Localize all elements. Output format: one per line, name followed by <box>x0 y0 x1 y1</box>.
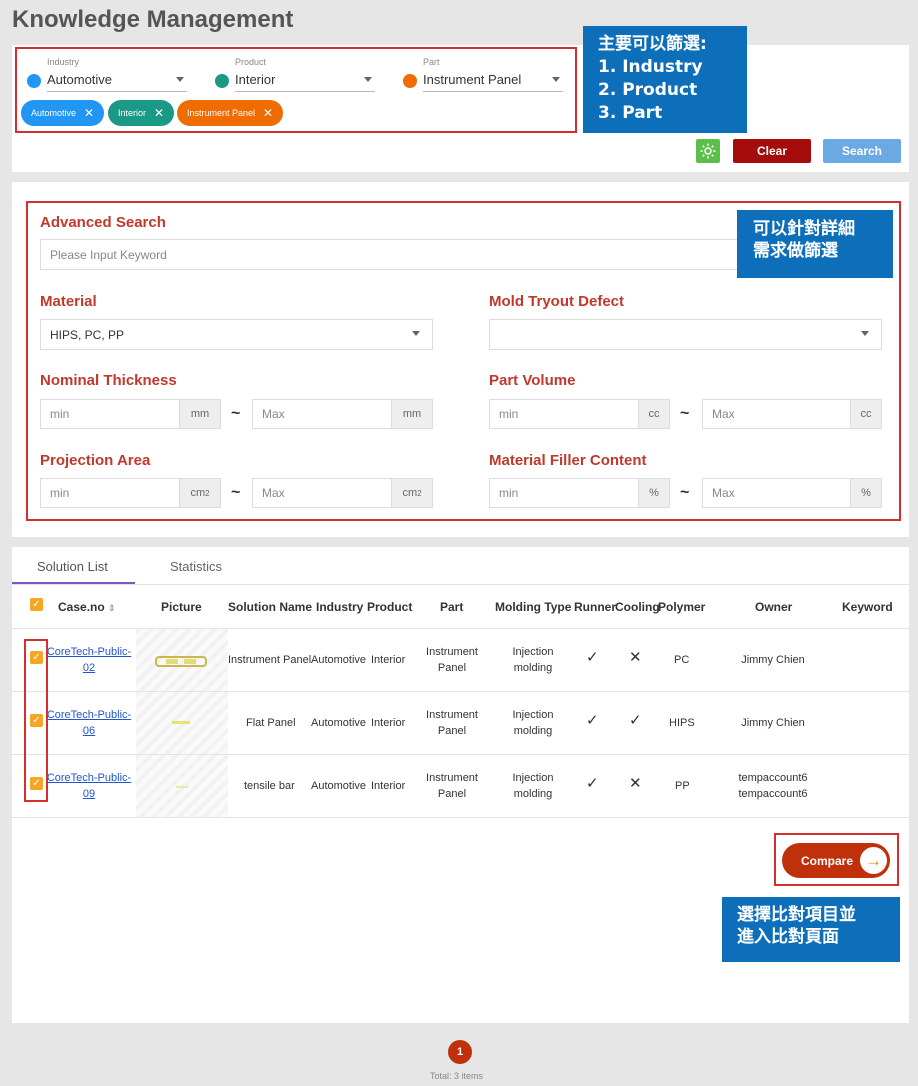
runner-check-icon: ✓ <box>586 712 599 729</box>
advanced-search-title: Advanced Search <box>40 214 166 231</box>
tab-statistics[interactable]: Statistics <box>170 559 222 574</box>
volume-max-input[interactable]: Max <box>702 399 851 429</box>
header-owner: Owner <box>755 600 793 614</box>
keyword-input[interactable]: Please Input Keyword <box>40 239 740 270</box>
header-industry: Industry <box>316 600 364 614</box>
arrow-right-icon: → <box>860 847 887 874</box>
instrument-panel-image <box>155 656 207 667</box>
case-link[interactable]: CoreTech-Public- 06 <box>46 707 132 739</box>
header-polymer: Polymer <box>658 600 706 614</box>
product-dot-icon <box>215 74 229 88</box>
part-label: Part <box>423 57 440 67</box>
case-thumbnail <box>136 692 228 754</box>
range-separator: ~ <box>231 405 241 422</box>
thickness-max-input[interactable]: Max <box>252 399 392 429</box>
chip-automotive: Automotive ✕ <box>21 100 105 126</box>
header-runner: Runner <box>574 600 616 614</box>
volume-label: Part Volume <box>489 372 576 389</box>
defect-select[interactable] <box>489 319 882 350</box>
filler-min-input[interactable]: min <box>489 478 639 508</box>
projection-min-input[interactable]: min <box>40 478 180 508</box>
case-thumbnail <box>136 755 228 817</box>
tensile-bar-image <box>176 786 188 788</box>
flat-panel-image <box>172 721 190 724</box>
volume-min-input[interactable]: min <box>489 399 639 429</box>
header-molding-type: Molding Type <box>495 600 572 614</box>
header-case-no[interactable]: Case.no ⇕ <box>58 600 116 614</box>
case-link[interactable]: CoreTech-Public- 09 <box>46 770 132 802</box>
thickness-label: Nominal Thickness <box>40 372 177 389</box>
filler-label: Material Filler Content <box>489 452 647 469</box>
compare-button[interactable]: Compare → <box>782 843 890 878</box>
product-label: Product <box>235 57 267 67</box>
select-all-checkbox[interactable]: ✓ <box>30 598 43 611</box>
chip-instrument-panel: Instrument Panel ✕ <box>177 100 284 126</box>
search-button[interactable]: Search <box>823 139 901 163</box>
filter-callout: 主要可以篩選: 1. Industry 2. Product 3. Part <box>583 26 747 133</box>
cooling-cross-icon: ✕ <box>629 775 642 792</box>
pagination-page-1[interactable]: 1 <box>448 1040 472 1064</box>
compare-callout: 選擇比對項目並 進入比對頁面 <box>722 897 900 962</box>
close-icon[interactable]: ✕ <box>263 106 273 120</box>
pagination-total: Total: 3 items <box>430 1071 484 1081</box>
volume-unit: cc <box>850 399 882 429</box>
thickness-unit: mm <box>391 399 433 429</box>
case-thumbnail <box>136 629 228 691</box>
header-cooling: Cooling <box>615 600 660 614</box>
gear-icon <box>700 143 716 159</box>
page-title: Knowledge Management <box>12 6 294 33</box>
close-icon[interactable]: ✕ <box>154 106 164 120</box>
projection-max-input[interactable]: Max <box>252 478 392 508</box>
runner-check-icon: ✓ <box>586 775 599 792</box>
projection-unit: cm 2 <box>391 478 433 508</box>
advanced-callout: 可以針對詳細 需求做篩選 <box>737 210 893 278</box>
range-separator: ~ <box>680 405 690 422</box>
cooling-check-icon: ✓ <box>629 712 642 729</box>
header-picture: Picture <box>161 600 202 614</box>
material-label: Material <box>40 293 97 310</box>
chevron-down-icon <box>412 331 420 336</box>
thickness-unit: mm <box>179 399 221 429</box>
filler-unit: % <box>638 478 670 508</box>
chip-interior: Interior ✕ <box>108 100 175 126</box>
sort-icon: ⇕ <box>108 603 116 613</box>
header-keyword: Keyword <box>842 600 893 614</box>
chevron-down-icon <box>364 77 372 82</box>
defect-label: Mold Tryout Defect <box>489 293 625 310</box>
filler-max-input[interactable]: Max <box>702 478 851 508</box>
clear-button[interactable]: Clear <box>733 139 811 163</box>
chevron-down-icon <box>176 77 184 82</box>
header-product: Product <box>367 600 413 614</box>
projection-label: Projection Area <box>40 452 151 469</box>
industry-label: Industry <box>47 57 80 67</box>
part-dot-icon <box>403 74 417 88</box>
close-icon[interactable]: ✕ <box>84 106 94 120</box>
industry-dot-icon <box>27 74 41 88</box>
checkbox-highlight-box <box>24 639 48 802</box>
range-separator: ~ <box>231 484 241 501</box>
runner-check-icon: ✓ <box>586 649 599 666</box>
header-solution-name: Solution Name <box>228 600 313 614</box>
volume-unit: cc <box>638 399 670 429</box>
projection-unit: cm 2 <box>179 478 221 508</box>
filler-unit: % <box>850 478 882 508</box>
chevron-down-icon <box>861 331 869 336</box>
range-separator: ~ <box>680 484 690 501</box>
thickness-min-input[interactable]: min <box>40 399 180 429</box>
part-value: Instrument Panel <box>423 72 522 87</box>
case-link[interactable]: CoreTech-Public- 02 <box>46 644 132 676</box>
material-select[interactable]: HIPS, PC, PP <box>40 319 433 350</box>
product-value: Interior <box>235 72 276 87</box>
cooling-cross-icon: ✕ <box>629 649 642 666</box>
settings-button[interactable] <box>696 139 720 163</box>
header-part: Part <box>440 600 464 614</box>
tab-solution-list[interactable]: Solution List <box>37 559 108 574</box>
chevron-down-icon <box>552 77 560 82</box>
industry-value: Automotive <box>47 72 113 87</box>
